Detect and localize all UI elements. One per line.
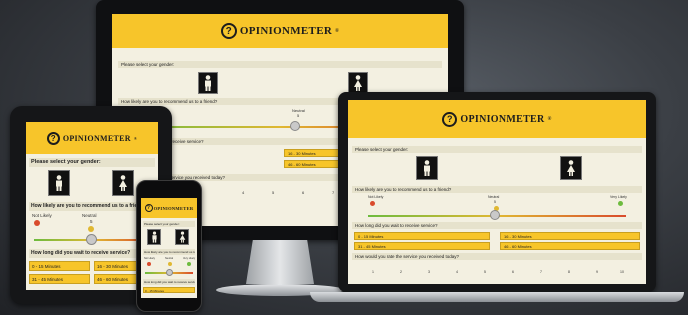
female-figure-icon[interactable] bbox=[112, 170, 134, 196]
female-figure-icon[interactable] bbox=[175, 229, 189, 245]
survey-header: ? OPINIONMETER ® bbox=[112, 14, 448, 48]
neutral-label: Neutral bbox=[488, 195, 500, 199]
brand-logo: ? OPINIONMETER ® bbox=[220, 23, 340, 39]
registered-mark: ® bbox=[547, 116, 552, 122]
wait-option-2[interactable]: 16 - 30 Minutes bbox=[500, 232, 640, 240]
sad-face-icon bbox=[147, 262, 151, 266]
brand-name: OPINIONMETER bbox=[153, 205, 194, 211]
question-recommend: How likely are you to recommend us to a … bbox=[352, 186, 642, 193]
male-figure-icon[interactable] bbox=[198, 72, 218, 94]
rating-4[interactable]: 4 bbox=[456, 270, 458, 274]
question-gender: Please select your gender: bbox=[143, 221, 195, 227]
brand-name: OPINIONMETER bbox=[239, 25, 333, 37]
monitor-stand-neck bbox=[246, 240, 314, 284]
neutral-value: 5 bbox=[494, 200, 496, 204]
question-gender: Please select your gender: bbox=[352, 146, 642, 153]
brand-name: OPINIONMETER bbox=[460, 113, 545, 125]
survey-header: ? OPINIONMETER bbox=[141, 198, 197, 218]
rating-8[interactable]: 8 bbox=[568, 270, 570, 274]
neutral-label: Neutral bbox=[82, 213, 97, 218]
survey-header: ? OPINIONMETER ® bbox=[26, 122, 158, 154]
brand-logo: ? OPINIONMETER ® bbox=[46, 131, 138, 145]
happy-face-icon bbox=[618, 201, 623, 206]
phone: ? OPINIONMETER Please select your gender… bbox=[136, 180, 202, 312]
very-likely-label: Very Likely bbox=[610, 195, 627, 199]
neutral-value: 5 bbox=[297, 113, 300, 118]
rating-9[interactable]: 9 bbox=[596, 270, 598, 274]
recommend-slider-knob[interactable] bbox=[290, 121, 300, 131]
wait-option-1[interactable]: 0 - 15 Minutes bbox=[143, 287, 195, 293]
very-likely-label: Very Likely bbox=[183, 257, 196, 260]
brand-name: OPINIONMETER bbox=[62, 133, 131, 143]
rating-2[interactable]: 2 bbox=[400, 270, 402, 274]
happy-face-icon bbox=[187, 262, 191, 266]
recommend-slider-knob[interactable] bbox=[166, 269, 173, 276]
question-wait: How long did you wait to receive service… bbox=[143, 279, 195, 285]
question-mark-icon: ? bbox=[442, 111, 458, 127]
rating-5[interactable]: 5 bbox=[484, 270, 486, 274]
question-gender: Please select your gender: bbox=[118, 61, 442, 68]
brand-logo: ? OPINIONMETER bbox=[144, 204, 194, 212]
not-likely-label: Not Likely bbox=[32, 213, 52, 218]
recommend-slider-knob[interactable] bbox=[86, 234, 97, 245]
question-mark-icon: ? bbox=[220, 23, 237, 39]
brand-logo: ? OPINIONMETER ® bbox=[442, 111, 552, 127]
rating-7[interactable]: 7 bbox=[540, 270, 542, 274]
recommend-slider-knob[interactable] bbox=[490, 210, 500, 220]
laptop: ? OPINIONMETER ® Please select your gende… bbox=[310, 92, 684, 308]
female-figure-icon[interactable] bbox=[560, 156, 582, 180]
rating-6[interactable]: 6 bbox=[512, 270, 514, 274]
registered-mark: ® bbox=[335, 28, 340, 34]
rating-1[interactable]: 1 bbox=[372, 270, 374, 274]
rating-6[interactable]: 6 bbox=[302, 190, 304, 195]
not-likely-label: Not Likely bbox=[368, 195, 384, 199]
rating-5[interactable]: 5 bbox=[272, 190, 274, 195]
wait-option-3[interactable]: 31 - 45 Minutes bbox=[354, 242, 490, 250]
male-figure-icon[interactable] bbox=[147, 229, 161, 245]
wait-option-3[interactable]: 31 - 45 Minutes bbox=[29, 274, 90, 284]
neutral-face-icon bbox=[168, 262, 172, 266]
neutral-label: Neutral bbox=[165, 257, 174, 260]
sad-face-icon bbox=[34, 220, 40, 226]
wait-option-1[interactable]: 0 - 15 Minutes bbox=[29, 261, 90, 271]
phone-screen: ? OPINIONMETER Please select your gender… bbox=[141, 198, 197, 298]
wait-option-4[interactable]: 46 - 60 Minutes bbox=[500, 242, 640, 250]
neutral-value: 5 bbox=[90, 219, 93, 224]
registered-mark: ® bbox=[133, 135, 138, 141]
neutral-face-icon bbox=[88, 226, 94, 232]
sad-face-icon bbox=[370, 201, 375, 206]
question-satisfaction: How would you rate the service you recei… bbox=[352, 253, 642, 260]
female-figure-icon[interactable] bbox=[348, 72, 368, 94]
laptop-base bbox=[310, 292, 684, 302]
rating-10[interactable]: 10 bbox=[620, 270, 624, 274]
question-mark-icon: ? bbox=[144, 204, 153, 212]
rating-3[interactable]: 3 bbox=[428, 270, 430, 274]
laptop-screen: ? OPINIONMETER ® Please select your gende… bbox=[348, 100, 646, 284]
survey-header: ? OPINIONMETER ® bbox=[348, 100, 646, 138]
not-likely-label: Not Likely bbox=[144, 257, 155, 260]
male-figure-icon[interactable] bbox=[48, 170, 70, 196]
male-figure-icon[interactable] bbox=[416, 156, 438, 180]
question-mark-icon: ? bbox=[46, 131, 60, 145]
question-gender: Please select your gender: bbox=[29, 158, 155, 167]
wait-option-1[interactable]: 0 - 15 Minutes bbox=[354, 232, 490, 240]
question-recommend: How likely are you to recommend us to a … bbox=[143, 249, 195, 255]
question-wait: How long did you wait to receive service… bbox=[352, 222, 642, 229]
rating-4[interactable]: 4 bbox=[242, 190, 244, 195]
